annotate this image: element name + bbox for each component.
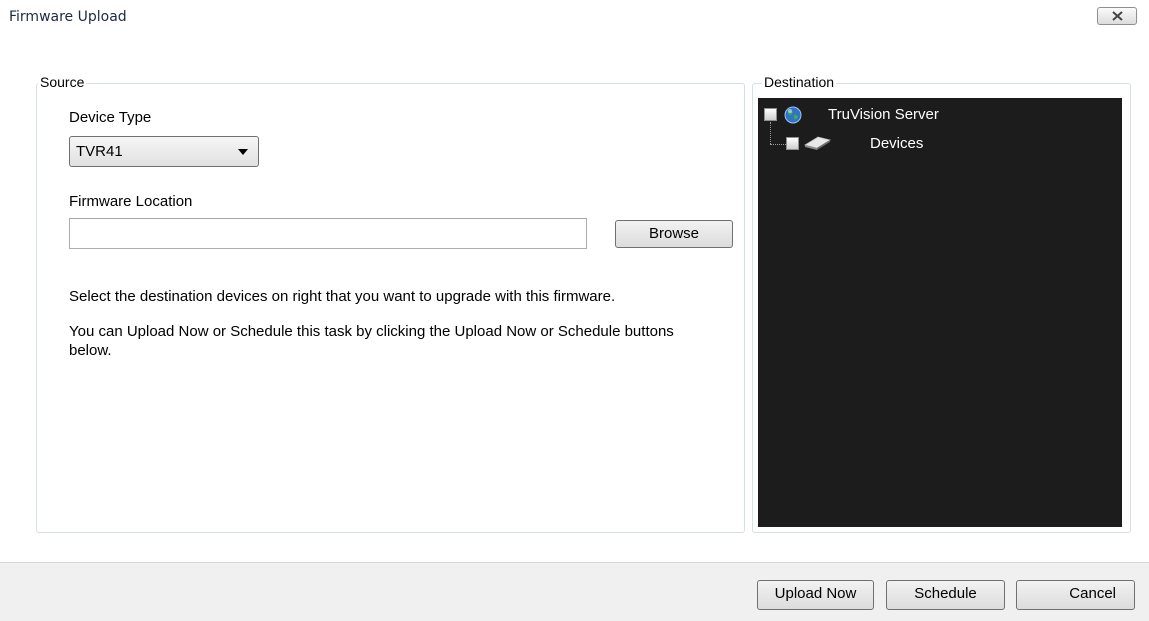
destination-legend: Destination xyxy=(762,74,837,90)
instruction-text-1: Select the destination devices on right … xyxy=(69,288,616,305)
firmware-location-input[interactable] xyxy=(69,218,587,249)
schedule-button[interactable]: Schedule xyxy=(886,580,1005,610)
tree-checkbox-server[interactable] xyxy=(764,108,777,121)
tree-label-devices: Devices xyxy=(870,135,924,152)
window-title: Firmware Upload xyxy=(9,9,127,25)
tree-connector xyxy=(770,144,786,145)
tree-connector xyxy=(770,122,771,144)
firmware-location-label: Firmware Location xyxy=(69,193,193,210)
device-icon xyxy=(803,136,832,150)
tree-label-server: TruVision Server xyxy=(828,106,939,123)
tree-checkbox-devices[interactable] xyxy=(786,137,799,150)
chevron-down-icon xyxy=(238,149,248,155)
close-x-icon xyxy=(1112,11,1123,21)
close-button[interactable] xyxy=(1097,7,1137,25)
title-bar: Firmware Upload xyxy=(0,0,1149,36)
device-type-dropdown[interactable]: TVR41 xyxy=(69,136,259,167)
cancel-button[interactable]: Cancel xyxy=(1016,580,1135,610)
instruction-text-2: You can Upload Now or Schedule this task… xyxy=(69,323,674,359)
destination-tree[interactable]: TruVision Server Devices xyxy=(758,98,1122,527)
device-type-value: TVR41 xyxy=(76,143,123,160)
device-type-label: Device Type xyxy=(69,109,152,126)
globe-icon xyxy=(784,106,802,124)
source-legend: Source xyxy=(38,74,87,90)
browse-button[interactable]: Browse xyxy=(615,220,733,248)
upload-now-button[interactable]: Upload Now xyxy=(757,580,874,610)
